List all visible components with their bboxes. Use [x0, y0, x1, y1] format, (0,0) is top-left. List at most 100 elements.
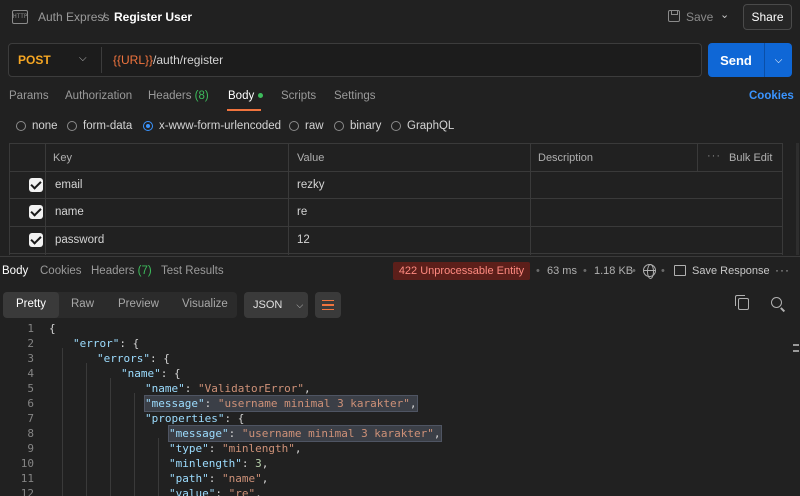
body-type-raw[interactable]: raw — [289, 120, 324, 132]
radio-icon[interactable] — [67, 121, 77, 131]
tab-settings[interactable]: Settings — [334, 90, 376, 102]
save-icon[interactable] — [668, 10, 680, 22]
tab-body[interactable]: Body — [228, 90, 264, 102]
param-key-password[interactable]: password — [55, 234, 104, 246]
panel-divider[interactable] — [0, 256, 800, 257]
radio-label: none — [32, 120, 58, 132]
radio-icon[interactable] — [16, 121, 26, 131]
code-text: "error": { — [73, 337, 140, 350]
response-headers-count: (7) — [137, 265, 152, 277]
format-select[interactable]: JSON ⌵ — [244, 292, 308, 318]
tab-headers[interactable]: Headers (8) — [148, 90, 209, 102]
code-line: 5 "name": "ValidatorError", — [0, 381, 790, 396]
tab-params[interactable]: Params — [9, 90, 49, 102]
column-header-key: Key — [53, 152, 72, 164]
param-value-email[interactable]: rezky — [297, 179, 324, 191]
body-type-none[interactable]: none — [16, 120, 58, 132]
code-line: 6 "message": "username minimal 3 karakter… — [0, 395, 790, 412]
line-number: 1 — [27, 322, 34, 335]
status-dot-icon — [258, 93, 264, 99]
active-tab-indicator — [227, 109, 261, 111]
row-checkbox-email[interactable] — [29, 178, 43, 192]
share-button[interactable]: Share — [743, 4, 792, 30]
view-visualize-button[interactable]: Visualize — [182, 298, 228, 310]
view-raw-button[interactable]: Raw — [71, 298, 94, 310]
body-type-binary[interactable]: binary — [334, 120, 381, 132]
response-tab-headers[interactable]: Headers (7) — [91, 265, 152, 277]
code-text: { — [49, 322, 56, 335]
url-input[interactable]: {{URL}}/auth/register — [113, 53, 223, 67]
globe-icon[interactable] — [643, 264, 656, 279]
more-options-icon[interactable]: ··· — [775, 263, 790, 277]
response-tab-cookies[interactable]: Cookies — [40, 265, 82, 277]
json-key: "errors" — [97, 352, 150, 365]
body-type-urlencoded[interactable]: x-www-form-urlencoded — [143, 120, 281, 132]
radio-label: binary — [350, 120, 382, 132]
json-key: "message" — [145, 397, 205, 410]
radio-selected-icon[interactable] — [143, 121, 153, 131]
format-label: JSON — [253, 299, 283, 311]
breadcrumb-collection[interactable]: Auth Express — [38, 10, 109, 24]
save-button[interactable]: Save — [686, 10, 713, 24]
code-text: "value": "re", — [169, 486, 262, 496]
param-key-email[interactable]: email — [55, 179, 82, 191]
top-header: HTTP Auth Express / Register User Save ⌄… — [0, 0, 800, 34]
table-scrollbar[interactable] — [796, 143, 799, 255]
param-key-name[interactable]: name — [55, 206, 84, 218]
method-select[interactable]: POST — [18, 53, 51, 67]
json-number: 3 — [255, 457, 262, 470]
url-divider — [101, 47, 102, 73]
response-code-view[interactable]: 1{2 "error": {3 "errors": {4 "name": {5 "nam… — [0, 320, 790, 496]
json-key: "value" — [169, 487, 216, 496]
scrollbar-mark — [793, 350, 799, 352]
body-type-form-data[interactable]: form-data — [67, 120, 132, 132]
json-key: "message" — [169, 427, 229, 440]
code-text: "errors": { — [97, 352, 170, 365]
separator-dot: • — [661, 265, 665, 277]
table-divider — [9, 226, 783, 227]
copy-icon[interactable] — [735, 295, 749, 310]
table-divider — [697, 143, 698, 171]
radio-icon[interactable] — [391, 121, 401, 131]
code-line: 12 "value": "re", — [0, 486, 790, 496]
response-tab-body[interactable]: Body — [2, 265, 28, 277]
radio-label: x-www-form-urlencoded — [159, 120, 282, 132]
view-pretty-button[interactable]: Pretty — [16, 298, 46, 310]
chevron-down-icon[interactable]: ⌵ — [79, 53, 87, 64]
page-title[interactable]: Register User — [114, 10, 192, 24]
more-options-icon[interactable]: ··· — [707, 150, 721, 162]
status-badge[interactable]: 422 Unprocessable Entity — [393, 262, 530, 280]
save-response-icon[interactable] — [674, 265, 686, 276]
send-button[interactable]: Send — [708, 43, 764, 77]
response-tab-test-results[interactable]: Test Results — [161, 265, 224, 277]
wrap-lines-button[interactable] — [315, 292, 341, 318]
tab-authorization[interactable]: Authorization — [65, 90, 132, 102]
param-value-password[interactable]: 12 — [297, 234, 310, 246]
radio-icon[interactable] — [289, 121, 299, 131]
body-type-graphql[interactable]: GraphQL — [391, 120, 454, 132]
json-string: "username minimal 3 karakter" — [241, 427, 434, 440]
row-checkbox-password[interactable] — [29, 233, 43, 247]
response-size[interactable]: 1.18 KB — [594, 265, 633, 277]
row-checkbox-name[interactable] — [29, 205, 43, 219]
chevron-down-icon[interactable]: ⌄ — [720, 8, 729, 21]
url-path: /auth/register — [153, 53, 224, 67]
cookies-link[interactable]: Cookies — [749, 90, 794, 102]
code-line: 10 "minlength": 3, — [0, 456, 790, 471]
radio-icon[interactable] — [334, 121, 344, 131]
code-text: "type": "minlength", — [169, 442, 302, 455]
param-value-name[interactable]: re — [297, 206, 307, 218]
send-options-button[interactable]: ⌵ — [764, 43, 792, 77]
view-preview-button[interactable]: Preview — [118, 298, 159, 310]
json-key: "name" — [145, 382, 185, 395]
search-icon[interactable] — [771, 297, 782, 308]
code-text: "minlength": 3, — [169, 457, 269, 470]
tab-scripts[interactable]: Scripts — [281, 90, 316, 102]
code-line: 7 "properties": { — [0, 411, 790, 426]
bulk-edit-button[interactable]: Bulk Edit — [729, 152, 772, 164]
table-divider — [9, 171, 783, 172]
code-scrollbar[interactable] — [790, 330, 800, 496]
response-time[interactable]: 63 ms — [547, 265, 577, 277]
line-number: 5 — [27, 382, 34, 395]
save-response-button[interactable]: Save Response — [692, 265, 770, 277]
